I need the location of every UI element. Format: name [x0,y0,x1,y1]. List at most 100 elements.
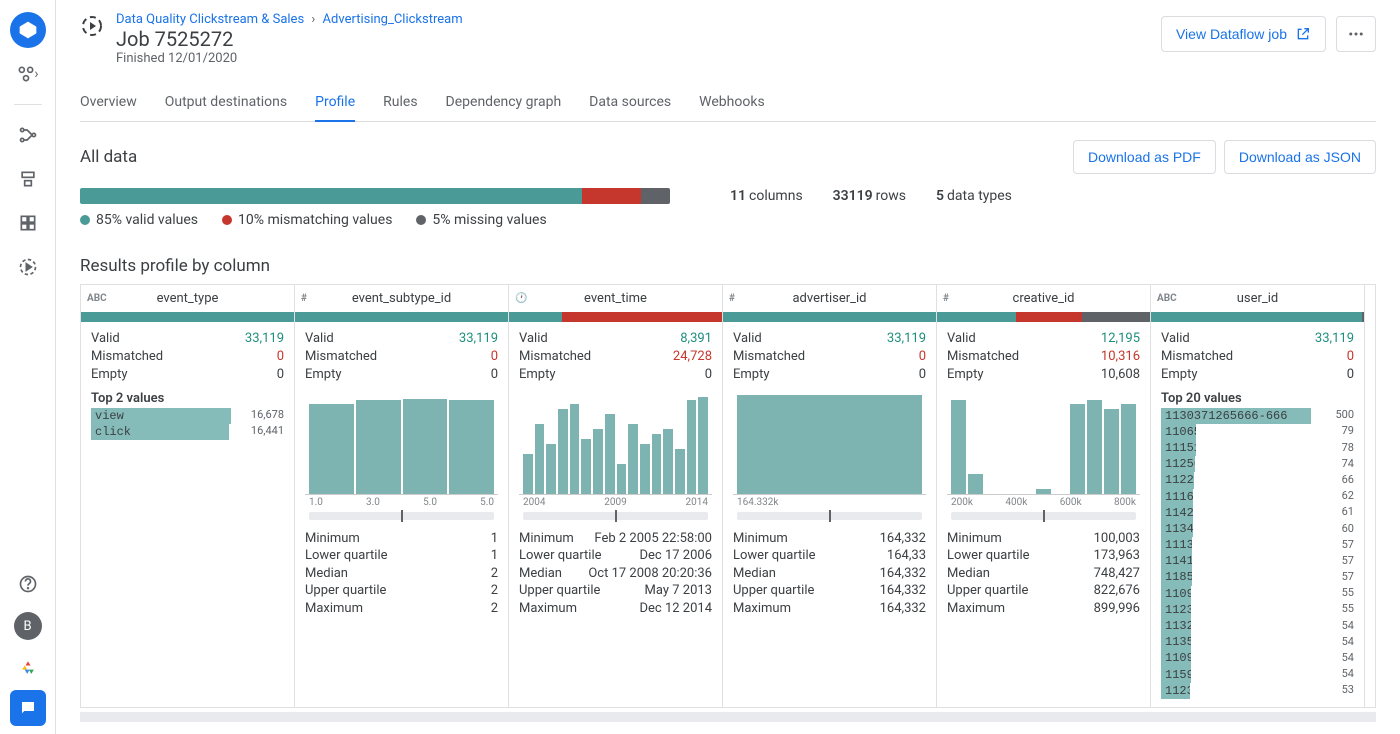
view-dataflow-label: View Dataflow job [1176,26,1287,42]
main-content: Data Quality Clickstream & Sales › Adver… [56,0,1400,734]
breadcrumb-separator: › [311,12,315,27]
external-link-icon [1295,26,1311,42]
column-header[interactable]: ABCuser_id [1151,285,1364,312]
top-value: 1122940800000-3166 [1161,472,1354,488]
column-name: event_subtype_id [352,291,451,306]
type-icon: ABC [87,293,107,304]
top-value: 1135814400000-37254 [1161,634,1354,650]
top-value: 1159488000000-15754 [1161,667,1354,683]
tab-output-destinations[interactable]: Output destinations [165,84,287,121]
column-quality-bar [1151,312,1364,322]
legend-missing: 5% missing values [416,212,546,228]
tab-rules[interactable]: Rules [383,84,417,121]
legend: 85% valid values 10% mismatching values … [80,212,1376,228]
column-quality-bar [295,312,508,322]
top-value: 1109635200000-32854 [1161,650,1354,666]
tab-profile[interactable]: Profile [315,84,355,122]
chat-icon[interactable] [10,690,46,726]
cloud-icon[interactable] [10,650,46,686]
tab-webhooks[interactable]: Webhooks [699,84,765,121]
profile-section-title: Results profile by column [80,256,1376,276]
summary-stats: 11columns 33119rows 5data types [730,188,1012,204]
column-name: user_id [1237,291,1279,306]
top-value: 1116201600000-4762 [1161,489,1354,505]
job-status-icon [80,14,104,38]
breadcrumb-parent[interactable]: Data Quality Clickstream & Sales [116,12,304,27]
top-value: 1123372800000-59055 [1161,602,1354,618]
tab-dependency-graph[interactable]: Dependency graph [446,84,562,121]
range-slider[interactable] [951,512,1136,520]
top-value: 1141948800000-54457 [1161,553,1354,569]
jobs-icon[interactable] [10,249,46,285]
top-value: 1109894400000-17455 [1161,586,1354,602]
range-slider[interactable] [309,512,494,520]
column-advertiser_id: # advertiser_id Valid33,119Mismatched0Empt… [723,285,937,707]
type-icon: # [943,293,949,304]
column-header[interactable]: ABC event_type [81,285,294,312]
column-quality-bar [937,312,1150,322]
column-header[interactable]: # advertiser_id [723,285,936,312]
tab-data-sources[interactable]: Data sources [589,84,671,121]
columns-label: columns [749,188,803,204]
types-label: data types [947,188,1012,204]
valid-segment [80,188,582,204]
range-slider[interactable] [523,512,708,520]
column-name: advertiser_id [792,291,866,306]
column-event_type: ABCevent_typeValid33,119Mismatched0Empty… [81,285,295,707]
logo-icon[interactable] [10,12,46,48]
column-body: Valid33,119Mismatched0Empty01.03.05.05.0… [295,322,508,625]
top-value: 1132099200000-54854 [1161,618,1354,634]
type-icon: # [301,293,307,304]
column-header[interactable]: # creative_id [937,285,1150,312]
view-dataflow-button[interactable]: View Dataflow job [1161,16,1326,52]
legend-mismatch: 10% mismatching values [222,212,392,228]
more-actions-button[interactable] [1336,16,1376,52]
top-value: 1115164800000-49378 [1161,440,1354,456]
grid-icon[interactable] [10,205,46,241]
column-quality-bar [81,312,294,322]
rows-label: rows [876,188,906,204]
download-pdf-button[interactable]: Download as PDF [1073,140,1216,174]
nav-item-1[interactable]: › [10,56,46,92]
column-name: event_type [157,291,219,306]
more-horizontal-icon [1347,25,1365,43]
column-creative_id: # creative_id Valid12,195Mismatched10,316E… [937,285,1151,707]
column-profiles: ABC event_type Valid33,119Mismatched0Empty… [80,284,1376,708]
histogram [947,395,1140,495]
column-name: creative_id [1013,291,1075,306]
type-icon: # [729,293,735,304]
mismatch-segment [582,188,641,204]
tab-overview[interactable]: Overview [80,84,137,121]
column-body: Valid33,119Mismatched0Empty0164.332kMini… [723,322,936,625]
column-name: event_time [584,291,647,306]
top-value: 1185148800000-56057 [1161,569,1354,585]
flow-icon[interactable] [10,117,46,153]
top-value: 1106524800000-41579 [1161,424,1354,440]
sidebar: › B [0,0,56,734]
download-json-button[interactable]: Download as JSON [1224,140,1376,174]
top-value: 1123632000000-15253 [1161,683,1354,699]
column-user_id: ABCuser_idValid33,119Mismatched0Empty0To… [1151,285,1365,707]
column-header[interactable]: 🕐event_time [509,285,722,312]
top-value: 1125619200000-1474 [1161,456,1354,472]
divider [14,104,42,105]
column-quality-bar [723,312,936,322]
page-title: Job 7525272 [116,27,463,51]
rows-count: 33119 [833,188,873,204]
horizontal-scrollbar[interactable] [80,712,1376,722]
column-header[interactable]: # event_subtype_id [295,285,508,312]
user-avatar[interactable]: B [14,612,42,640]
top-value: 1142208000000-48561 [1161,505,1354,521]
breadcrumb-child[interactable]: Advertising_Clickstream [323,12,463,27]
column-event_subtype_id: # event_subtype_id Valid33,119Mismatched0E… [295,285,509,707]
layout-icon[interactable] [10,161,46,197]
top-value: 1113177600000-34957 [1161,537,1354,553]
overall-quality-bar [80,188,670,204]
top-value: click16,441 [91,424,284,440]
range-slider[interactable] [737,512,922,520]
help-icon[interactable] [10,566,46,602]
column-body: Valid12,195Mismatched10,316Empty10,60820… [937,322,1150,625]
columns-count: 11 [730,188,746,204]
types-count: 5 [936,188,944,204]
histogram [519,395,712,495]
